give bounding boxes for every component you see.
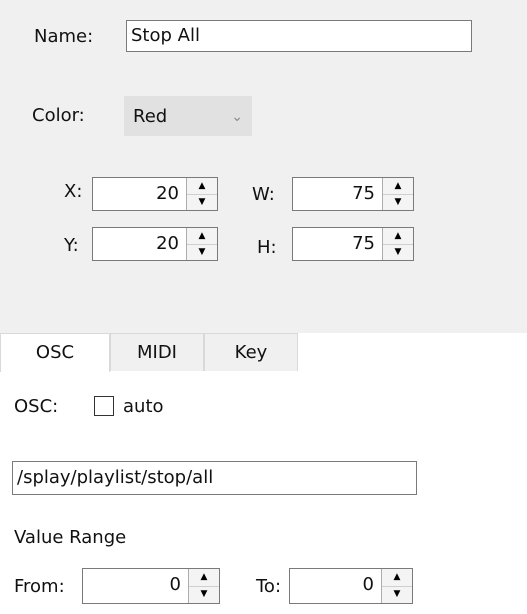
spin-up-icon[interactable]: ▲ xyxy=(382,569,412,587)
from-label: From: xyxy=(14,576,65,597)
to-label: To: xyxy=(256,576,282,597)
from-spinbox[interactable]: 0 ▲ ▼ xyxy=(82,568,220,604)
auto-checkbox[interactable] xyxy=(94,396,114,416)
spin-down-icon[interactable]: ▼ xyxy=(187,194,217,210)
x-value: 20 xyxy=(156,183,179,204)
spin-up-icon[interactable]: ▲ xyxy=(187,228,217,245)
to-value: 0 xyxy=(362,574,374,595)
x-spinbox[interactable]: 20 ▲ ▼ xyxy=(92,177,218,211)
name-input[interactable]: Stop All xyxy=(126,20,472,52)
color-label: Color: xyxy=(32,105,85,126)
spin-down-icon[interactable]: ▼ xyxy=(187,244,217,260)
x-spin-buttons: ▲ ▼ xyxy=(186,178,217,210)
w-spin-buttons: ▲ ▼ xyxy=(382,178,413,210)
to-spin-buttons: ▲ ▼ xyxy=(381,569,412,603)
y-spinbox[interactable]: 20 ▲ ▼ xyxy=(92,227,218,261)
from-value: 0 xyxy=(169,574,181,595)
spin-down-icon[interactable]: ▼ xyxy=(189,586,219,603)
y-value: 20 xyxy=(156,233,179,254)
tab-strip: OSC MIDI Key xyxy=(0,333,527,372)
spin-up-icon[interactable]: ▲ xyxy=(189,569,219,587)
h-label: H: xyxy=(257,237,277,258)
spin-up-icon[interactable]: ▲ xyxy=(383,228,413,245)
h-spin-buttons: ▲ ▼ xyxy=(382,228,413,260)
value-range-heading: Value Range xyxy=(14,527,127,548)
auto-label: auto xyxy=(123,396,164,417)
osc-address-input[interactable]: /splay/playlist/stop/all xyxy=(12,461,417,495)
w-label: W: xyxy=(252,184,275,205)
h-value: 75 xyxy=(352,233,375,254)
tab-key[interactable]: Key xyxy=(204,333,298,371)
h-spinbox[interactable]: 75 ▲ ▼ xyxy=(292,227,414,261)
w-spinbox[interactable]: 75 ▲ ▼ xyxy=(292,177,414,211)
spin-up-icon[interactable]: ▲ xyxy=(187,178,217,195)
w-value: 75 xyxy=(352,183,375,204)
spin-down-icon[interactable]: ▼ xyxy=(383,244,413,260)
chevron-down-icon: ⌄ xyxy=(231,109,243,125)
tab-osc[interactable]: OSC xyxy=(0,333,110,372)
osc-label: OSC: xyxy=(14,396,59,417)
spin-down-icon[interactable]: ▼ xyxy=(383,194,413,210)
from-spin-buttons: ▲ ▼ xyxy=(188,569,219,603)
y-spin-buttons: ▲ ▼ xyxy=(186,228,217,260)
spin-up-icon[interactable]: ▲ xyxy=(383,178,413,195)
color-dropdown[interactable]: Red ⌄ xyxy=(124,96,252,136)
to-spinbox[interactable]: 0 ▲ ▼ xyxy=(289,568,413,604)
spin-down-icon[interactable]: ▼ xyxy=(382,586,412,603)
tab-midi[interactable]: MIDI xyxy=(110,333,204,371)
x-label: X: xyxy=(64,181,83,202)
y-label: Y: xyxy=(64,235,79,256)
color-dropdown-value: Red xyxy=(133,106,168,127)
name-label: Name: xyxy=(34,26,94,47)
